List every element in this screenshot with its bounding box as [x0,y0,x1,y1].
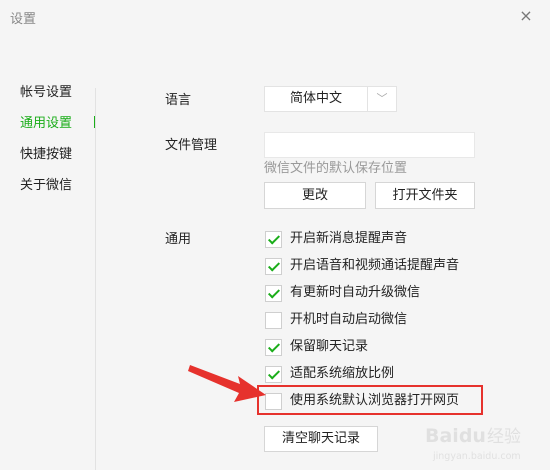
language-select[interactable]: 简体中文 ﹀ [264,86,397,112]
sidebar-item-shortcuts[interactable]: 快捷按键 [20,146,72,164]
sidebar-item-about[interactable]: 关于微信 [20,177,72,195]
clear-history-button[interactable]: 清空聊天记录 [264,426,378,452]
annotation-highlight-box [257,385,483,415]
option-label: 有更新时自动升级微信 [290,285,421,300]
language-value: 简体中文 [265,87,368,111]
option-label: 适配系统缩放比例 [290,366,395,381]
svg-text:jingyan.baidu.com: jingyan.baidu.com [432,451,521,462]
language-label: 语言 [165,93,192,108]
checkbox[interactable] [265,338,282,356]
option-label: 开启语音和视频通话提醒声音 [290,258,460,273]
chevron-down-icon[interactable]: ﹀ [368,87,396,111]
baidu-watermark-logo: Baidu 经验 jingyan.baidu.com [425,425,521,462]
open-folder-button[interactable]: 打开文件夹 [375,182,475,209]
option-keep-history[interactable]: 保留聊天记录 [265,337,368,357]
option-system-scaling[interactable]: 适配系统缩放比例 [265,364,394,384]
file-path-hint: 微信文件的默认保存位置 [264,161,408,176]
change-path-button[interactable]: 更改 [264,182,366,209]
close-icon[interactable]: × [514,4,538,28]
file-path-field[interactable] [264,132,475,158]
general-label: 通用 [165,232,192,247]
sidebar-item-general[interactable]: 通用设置 [20,115,72,133]
option-label: 保留聊天记录 [290,339,369,354]
file-management-label: 文件管理 [165,138,218,153]
annotation-arrow-icon [188,365,266,402]
sidebar-item-account[interactable]: 帐号设置 [20,84,72,102]
option-label: 开启新消息提醒声音 [290,231,408,246]
option-auto-update[interactable]: 有更新时自动升级微信 [265,283,420,303]
checkbox[interactable] [265,284,282,302]
checkbox[interactable] [265,311,282,329]
svg-text:经验: 经验 [487,427,521,447]
option-new-message-sound[interactable]: 开启新消息提醒声音 [265,229,407,249]
option-call-sound[interactable]: 开启语音和视频通话提醒声音 [265,256,459,276]
sidebar-divider [95,88,96,470]
option-label: 开机时自动启动微信 [290,312,408,327]
checkbox[interactable] [265,230,282,248]
checkbox[interactable] [265,257,282,275]
svg-text:Baidu: Baidu [425,425,486,447]
window-title: 设置 [10,12,37,27]
option-auto-start[interactable]: 开机时自动启动微信 [265,310,407,330]
title-bar: 设置 × [0,0,550,36]
